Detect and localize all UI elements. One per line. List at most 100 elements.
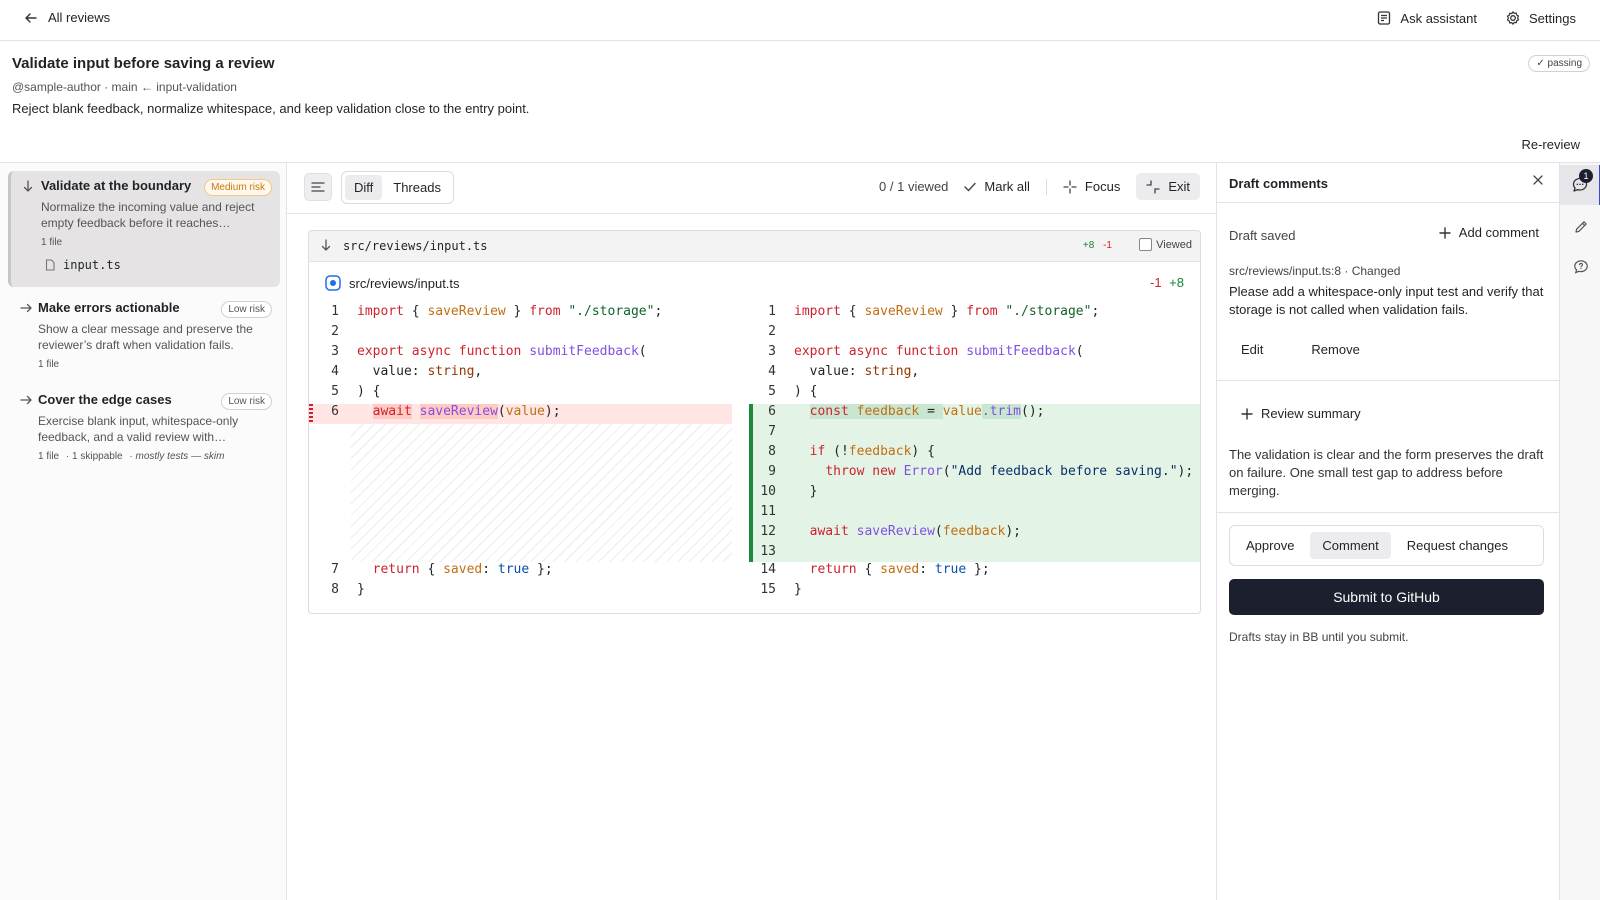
file-icon (45, 259, 55, 271)
file-path: src/reviews/input.ts (343, 239, 488, 253)
line-number: 14 (760, 562, 776, 577)
line-number: 3 (768, 344, 776, 359)
code-line: return { saved: true }; (809, 562, 990, 577)
arrow-down-icon[interactable] (321, 239, 331, 254)
section-file-link[interactable]: input.ts (41, 258, 270, 272)
arrow-right-icon (20, 302, 32, 316)
verdict-comment[interactable]: Comment (1310, 532, 1391, 559)
panel-divider (1217, 380, 1560, 381)
code-line: if (!feedback) { (809, 444, 935, 459)
section-skippable: · 1 skippable (65, 451, 123, 462)
rail-edit[interactable] (1560, 207, 1600, 247)
mark-all-button[interactable]: Mark all (964, 179, 1030, 194)
verdict-approve[interactable]: Approve (1234, 532, 1306, 559)
submit-to-github-button[interactable]: Submit to GitHub (1229, 579, 1544, 615)
line-number: 1 (768, 304, 776, 319)
section-description: Exercise blank input, whitespace-only fe… (38, 414, 239, 444)
rereview-button[interactable]: Re-review (1521, 137, 1580, 152)
tab-diff[interactable]: Diff (345, 175, 383, 200)
gear-icon (1505, 10, 1521, 26)
line-number: 2 (768, 324, 776, 339)
section-item-validate[interactable]: Validate at the boundary Medium risk Nor… (8, 171, 280, 287)
line-number: 1 (331, 304, 339, 319)
radio-target-icon (325, 275, 341, 291)
file-subheader: src/reviews/input.ts (325, 275, 460, 291)
deletions-count: -1 (1103, 240, 1112, 251)
sub-file-path: src/reviews/input.ts (349, 275, 460, 291)
code-line: ) { (794, 384, 818, 399)
code-line: value: string, (794, 364, 920, 379)
review-summary-button[interactable]: Review summary (1241, 406, 1361, 421)
line-number: 13 (760, 544, 776, 559)
code-line: return { saved: true }; (372, 562, 553, 577)
rail-help[interactable] (1560, 247, 1600, 287)
back-to-reviews-link[interactable]: All reviews (24, 10, 110, 25)
focus-button[interactable]: Focus (1063, 179, 1120, 194)
exit-focus-button[interactable]: Exit (1136, 173, 1200, 200)
ask-assistant-label: Ask assistant (1400, 10, 1478, 26)
sub-deletions: -1 (1149, 275, 1162, 290)
settings-button[interactable]: Settings (1505, 10, 1576, 26)
focus-label: Focus (1084, 179, 1121, 194)
diff-toolbar: Diff Threads 0 / 1 viewed Mark all Focus (287, 163, 1216, 214)
ask-assistant-button[interactable]: Ask assistant (1376, 10, 1477, 26)
check-icon (964, 182, 977, 192)
section-meta: 1 file · 1 skippable · mostly tests — sk… (38, 451, 270, 462)
add-comment-button[interactable]: Add comment (1439, 225, 1539, 240)
comment-body: Please add a whitespace-only input test … (1229, 284, 1544, 317)
file-name: input.ts (63, 258, 121, 272)
section-item-edge-cases[interactable]: Cover the edge cases Low risk Exercise b… (8, 385, 280, 469)
checkbox-box[interactable] (1139, 238, 1153, 251)
arrow-left-icon (24, 11, 38, 25)
line-number: 4 (331, 364, 339, 379)
edit-comment-button[interactable]: Edit (1229, 338, 1275, 361)
line-number: 6 (768, 404, 776, 419)
verdict-request-changes[interactable]: Request changes (1395, 532, 1520, 559)
line-number: 12 (760, 524, 776, 539)
status-badge: ✓ passing (1528, 55, 1590, 72)
line-number: 7 (331, 562, 339, 577)
code-line: export async function submitFeedback( (794, 344, 1084, 359)
top-bar: All reviews Ask assistant Settings (0, 0, 1600, 41)
section-item-errors[interactable]: Make errors actionable Low risk Show a c… (8, 293, 280, 377)
risk-badge: Low risk (221, 301, 272, 318)
toggle-sidebar-button[interactable] (304, 173, 332, 201)
viewed-label: Viewed (1156, 238, 1192, 251)
diff-area: Diff Threads 0 / 1 viewed Mark all Focus (287, 163, 1216, 900)
rail-comments[interactable]: 1 (1560, 165, 1600, 205)
line-number: 2 (331, 324, 339, 339)
sub-file-stats: -1 +8 (1150, 275, 1184, 290)
arrow-down-icon (23, 180, 33, 195)
view-tabs: Diff Threads (341, 171, 454, 204)
focus-icon (1063, 179, 1077, 194)
page-title: Validate input before saving a review (12, 55, 275, 72)
code-line: } (357, 582, 365, 597)
comment-actions: Edit Remove (1229, 338, 1372, 361)
tab-threads[interactable]: Threads (384, 175, 450, 200)
viewed-checkbox[interactable]: Viewed (1139, 238, 1192, 251)
line-number: 5 (768, 384, 776, 399)
add-comment-label: Add comment (1458, 225, 1539, 240)
line-number: 9 (768, 464, 776, 479)
code-line: await saveReview(value); (372, 404, 561, 419)
panel-title: Draft comments (1229, 176, 1328, 191)
remove-comment-button[interactable]: Remove (1299, 338, 1371, 361)
section-file-count: 1 file (41, 237, 63, 248)
review-summary-label: Review summary (1261, 406, 1361, 421)
side-rail: 1 (1559, 163, 1600, 900)
code-line: import { saveReview } from "./storage"; (357, 304, 663, 319)
arrow-right-icon (20, 394, 32, 408)
branch-meta: @sample-author · main ← input-validation (12, 80, 237, 94)
plus-icon (1241, 407, 1253, 420)
code-line: } (794, 582, 802, 597)
section-description: Normalize the incoming value and reject … (41, 200, 255, 230)
line-number: 15 (760, 582, 776, 597)
review-summary-text: The validation is clear and the form pre… (1229, 447, 1544, 498)
code-diff: 1 2 3 4 5 6 7 8 import { saveReview } fr… (309, 304, 1200, 604)
submit-note: Drafts stay in BB until you submit. (1229, 630, 1409, 644)
close-icon[interactable] (1532, 174, 1544, 189)
plus-icon (1439, 226, 1451, 239)
sections-sidebar: Validate at the boundary Medium risk Nor… (0, 163, 287, 900)
file-diff-header[interactable]: src/reviews/input.ts +8 -1 Viewed (309, 231, 1200, 262)
pencil-icon (1573, 219, 1589, 235)
